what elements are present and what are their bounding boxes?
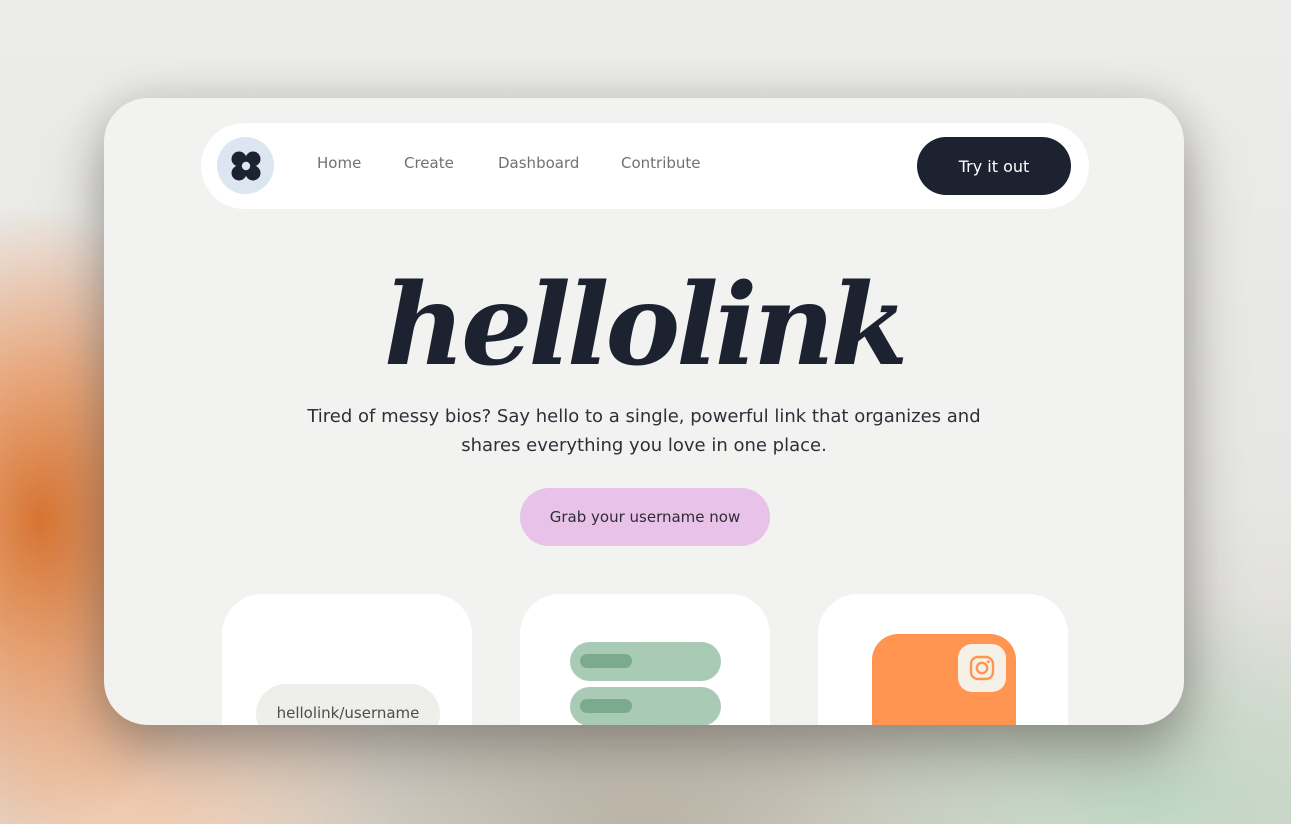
navbar: Home Create Dashboard Contribute Try it … — [201, 123, 1089, 209]
try-it-out-button[interactable]: Try it out — [917, 137, 1071, 195]
nav-link-dashboard[interactable]: Dashboard — [498, 154, 579, 172]
link-bar-1-label-placeholder — [580, 654, 632, 668]
grab-username-button[interactable]: Grab your username now — [520, 488, 770, 546]
feature-card-username: hellolink/username — [222, 594, 472, 725]
username-pill: hellolink/username — [256, 684, 440, 725]
hero-title: hellolink — [383, 260, 909, 391]
hero-subtitle: Tired of messy bios? Say hello to a sing… — [304, 402, 984, 460]
feature-card-social — [818, 594, 1068, 725]
hero-subtitle-line-2: shares everything you love in one place. — [461, 435, 827, 456]
link-bar-2-label-placeholder — [580, 699, 632, 713]
instagram-icon — [969, 655, 995, 681]
logo[interactable] — [217, 137, 274, 194]
link-bar-2 — [570, 687, 721, 725]
instagram-badge — [958, 644, 1006, 692]
link-bar-1 — [570, 642, 721, 681]
flower-logo-icon — [231, 151, 260, 180]
social-tile — [872, 634, 1016, 725]
nav-link-create[interactable]: Create — [404, 154, 454, 172]
hero-subtitle-line-1: Tired of messy bios? Say hello to a sing… — [307, 406, 981, 427]
nav-link-contribute[interactable]: Contribute — [621, 154, 701, 172]
app-window: Home Create Dashboard Contribute Try it … — [104, 98, 1184, 725]
nav-link-home[interactable]: Home — [317, 154, 361, 172]
feature-card-links — [520, 594, 770, 725]
